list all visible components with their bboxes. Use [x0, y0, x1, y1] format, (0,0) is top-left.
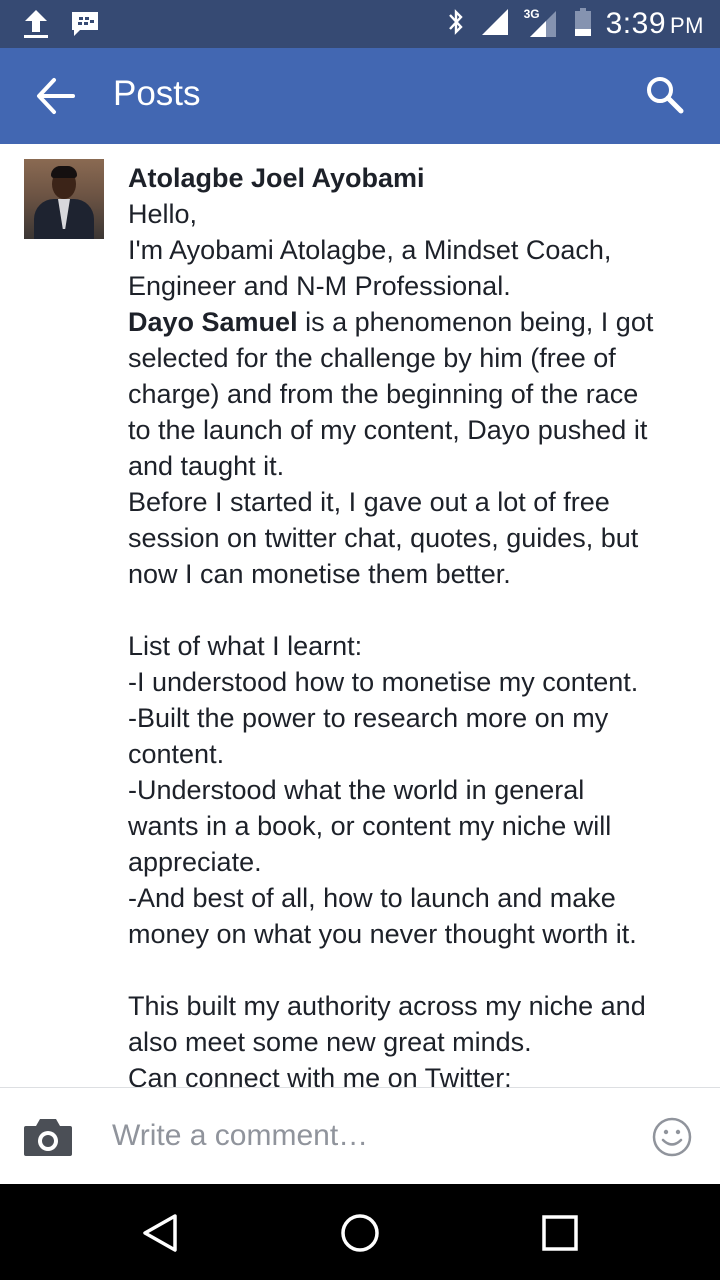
nav-recents-button[interactable]	[539, 1212, 581, 1254]
post-content: Hello, I'm Ayobami Atolagbe, a Mindset Co…	[128, 196, 698, 1087]
post-line: -And best of all, how to launch and make	[128, 883, 616, 913]
nav-back-button[interactable]	[139, 1212, 181, 1254]
post-line: -Understood what the world in general	[128, 775, 585, 805]
system-nav-bar	[0, 1184, 720, 1280]
post-line: Can connect with me on Twitter:	[128, 1063, 512, 1087]
clock-ampm: PM	[670, 13, 704, 38]
upload-icon	[22, 8, 50, 45]
search-icon	[647, 77, 684, 114]
app-bar: Posts	[0, 48, 720, 144]
page-title: Posts	[113, 74, 201, 113]
back-triangle-icon	[143, 1214, 177, 1252]
post-line: now I can monetise them better.	[128, 559, 511, 589]
post-line: wants in a book, or content my niche wil…	[128, 811, 612, 841]
emoji-button[interactable]	[651, 1116, 693, 1158]
post-line: Engineer and N-M Professional.	[128, 271, 511, 301]
arrow-left-icon	[37, 78, 75, 114]
post-line: money on what you never thought worth it…	[128, 919, 637, 949]
post-author[interactable]: Atolagbe Joel Ayobami	[128, 163, 425, 194]
post-line: appreciate.	[128, 847, 262, 877]
nav-home-button[interactable]	[339, 1212, 381, 1254]
post-line: Dayo Samuel is a phenomenon being, I got	[128, 304, 698, 340]
signal-3g-icon: 3G	[523, 7, 560, 39]
battery-icon	[574, 7, 592, 42]
post-line: and taught it.	[128, 451, 285, 481]
camera-icon	[24, 1119, 72, 1156]
comment-bar	[0, 1087, 720, 1184]
post-line	[128, 952, 698, 988]
recents-square-icon	[542, 1215, 578, 1251]
post-line: selected for the challenge by him (free …	[128, 343, 616, 373]
clock: 3:39 PM	[606, 7, 704, 41]
back-button[interactable]	[34, 76, 78, 116]
post-line: List of what I learnt:	[128, 631, 363, 661]
avatar[interactable]	[24, 159, 104, 239]
camera-button[interactable]	[22, 1116, 74, 1158]
bbm-icon	[70, 9, 100, 44]
mention-link[interactable]: Dayo Samuel	[128, 307, 298, 337]
smiley-icon	[652, 1117, 692, 1157]
post-line: I'm Ayobami Atolagbe, a Mindset Coach,	[128, 235, 612, 265]
signal-icon	[480, 7, 510, 42]
post-line: session on twitter chat, quotes, guides,…	[128, 523, 639, 553]
post-line: -Built the power to research more on my	[128, 703, 609, 733]
comment-input[interactable]	[112, 1116, 612, 1156]
post-line: to the launch of my content, Dayo pushed…	[128, 415, 648, 445]
post-line: This built my authority across my niche …	[128, 991, 646, 1021]
post-line-text: is a phenomenon being, I got	[297, 307, 654, 337]
post-line: charge) and from the beginning of the ra…	[128, 379, 639, 409]
post-line: Before I started it, I gave out a lot of…	[128, 487, 610, 517]
network-type-label: 3G	[523, 7, 540, 21]
post-line	[128, 592, 698, 628]
post-line: -I understood how to monetise my content…	[128, 667, 639, 697]
status-bar: 3G 3:39 PM	[0, 0, 720, 48]
post: Atolagbe Joel Ayobami Hello, I'm Ayobami …	[0, 144, 720, 1087]
home-circle-icon	[341, 1214, 379, 1252]
search-button[interactable]	[644, 74, 686, 116]
post-line: also meet some new great minds.	[128, 1027, 532, 1057]
bluetooth-icon	[446, 7, 466, 42]
clock-time: 3:39	[605, 7, 666, 40]
post-line: content.	[128, 739, 225, 769]
post-line: Hello,	[128, 199, 198, 229]
